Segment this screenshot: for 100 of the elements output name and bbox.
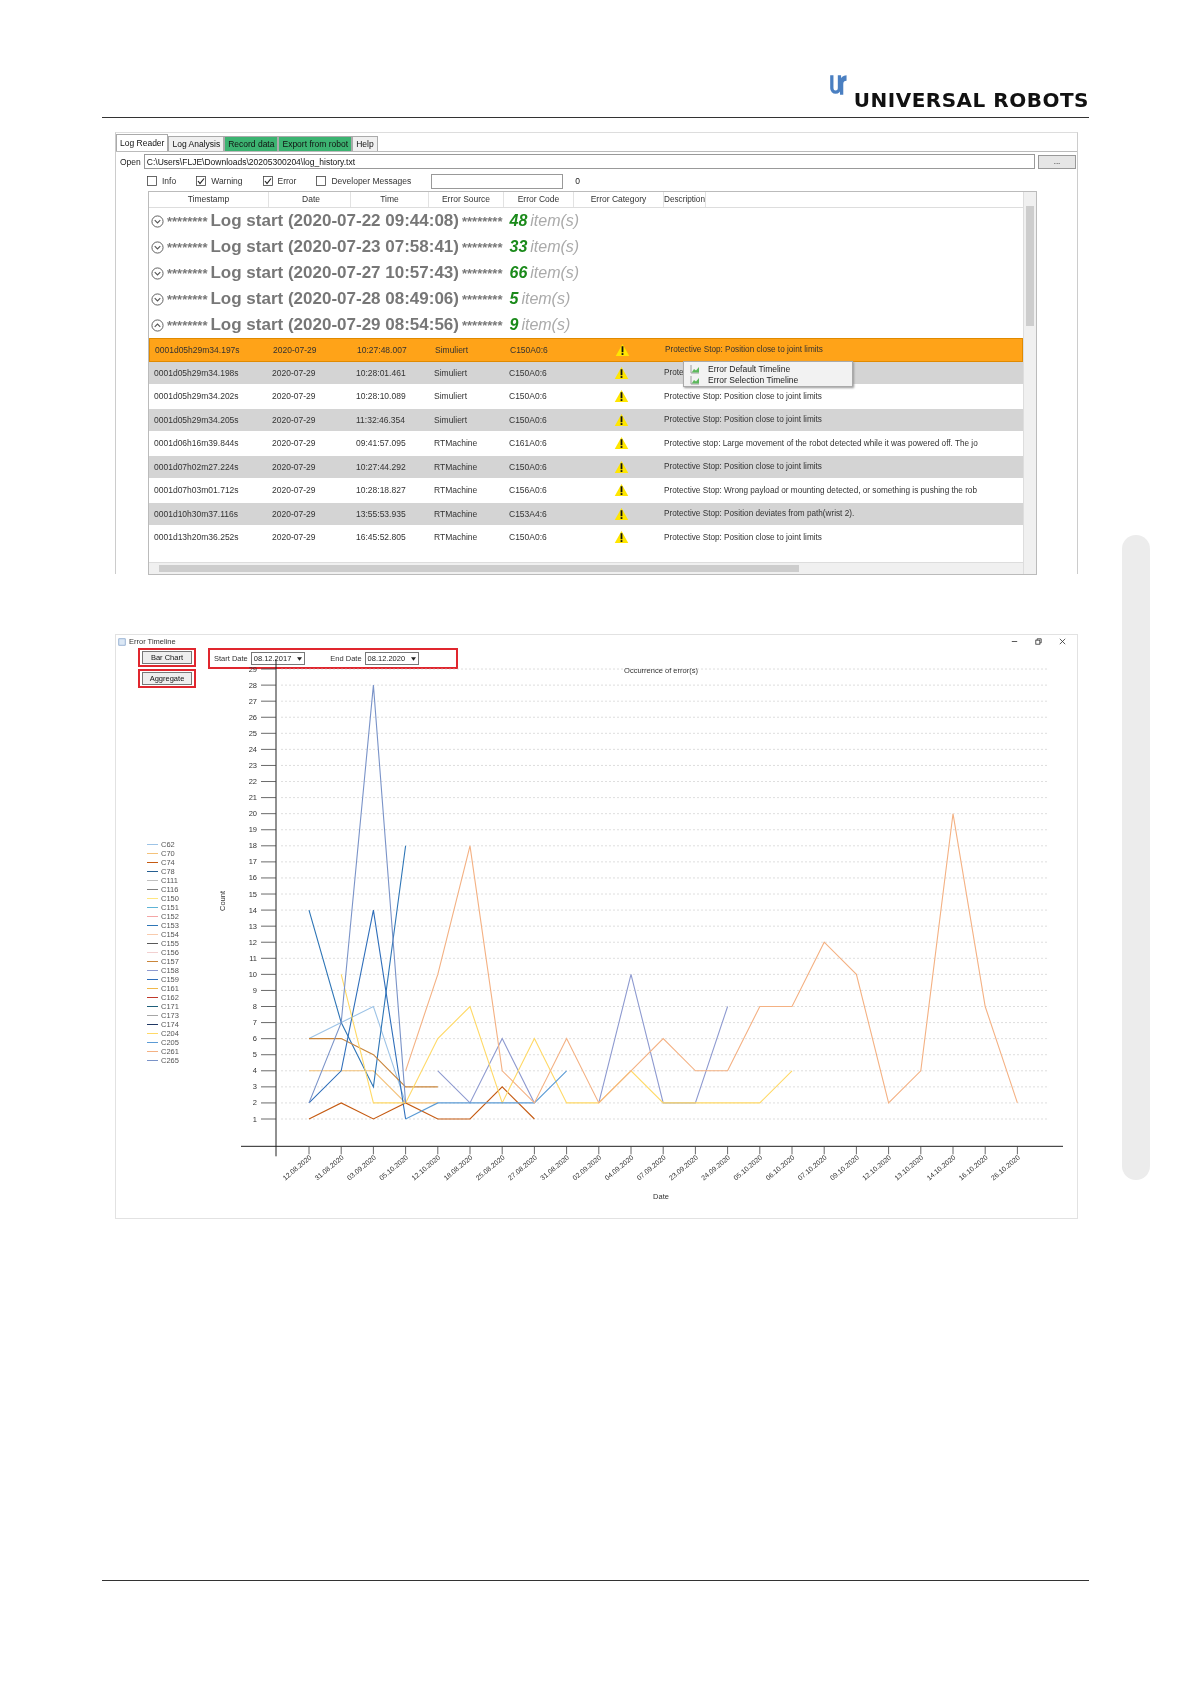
table-cell-text: RTMachine (433, 461, 479, 472)
table-cell-text: RTMachine (433, 532, 479, 543)
asterisks: ******** (167, 213, 208, 229)
item-count: 48 (509, 212, 528, 230)
table-row[interactable]: 0001d05h29m34.197s 2020-07-29 10:27:48.007 Simuliert C150A0:6 Protective Stop: Position close to joint limits (149, 338, 1023, 362)
asterisks: ******** (462, 213, 503, 229)
table-row[interactable]: 0001d07h02m27.224s 2020-07-29 10:27:44.292 RTMachine C150A0:6 Protective Stop: Position close to joint limits (149, 455, 1023, 479)
table-cell-text: C161A0:6 (508, 438, 548, 449)
asterisks: ******** (462, 291, 503, 307)
checkbox-label: Error (277, 176, 297, 186)
table-cell-text: 2020-07-29 (271, 367, 317, 378)
tab[interactable]: Record data (224, 136, 279, 151)
table-cell-text: RTMachine (433, 438, 479, 449)
column-header[interactable]: Error Source (429, 192, 504, 207)
log-start-title: Log start (2020-07-28 08:49:06) (210, 289, 459, 309)
column-header[interactable]: Timestamp (149, 192, 269, 207)
table-cell-text: C150A0:6 (509, 344, 549, 355)
table-cell: Prote (664, 368, 684, 378)
asterisks: ******** (462, 317, 503, 333)
table-cell-text: 10:27:44.292 (355, 461, 407, 472)
item-count: 66 (509, 264, 528, 282)
table-cell-text: Simuliert (433, 391, 469, 402)
table-cell-text: C150A0:6 (508, 367, 548, 378)
tab[interactable]: Help (352, 136, 378, 151)
table-cell-text: 2020-07-29 (271, 414, 317, 425)
table-cell-text: 0001d05h29m34.202s (153, 391, 240, 402)
browse-button[interactable]: ... (1038, 154, 1076, 169)
log-start-title: Log start (2020-07-23 07:58:41) (210, 237, 459, 257)
file-path-field[interactable]: C:\Users\FLJE\Downloads\20205300204\log_history.txt (143, 154, 1035, 169)
log-start-title: Log start (2020-07-22 09:44:08) (210, 211, 459, 231)
checkbox-label: Info (162, 176, 177, 186)
table-cell-text: RTMachine (433, 485, 479, 496)
log-start-title: Log start (2020-07-29 08:54:56) (210, 315, 459, 335)
tab[interactable]: Log Reader (116, 134, 169, 151)
item-unit: item(s) (530, 212, 580, 230)
table-cell-text: Simuliert (434, 344, 470, 355)
item-count: 9 (509, 316, 519, 334)
table-cell-text: 2020-07-29 (271, 438, 317, 449)
table-cell-text: 2020-07-29 (271, 461, 317, 472)
column-header[interactable]: Time (351, 192, 429, 207)
table-cell-text: C150A0:6 (508, 532, 548, 543)
column-header[interactable]: Error Category (574, 192, 664, 207)
table-cell: Protective Stop: Position close to joint limits (665, 345, 823, 355)
checkbox-label: Warning (211, 176, 243, 186)
item-unit: item(s) (521, 290, 571, 308)
table-cell-text: RTMachine (433, 508, 479, 519)
table-cell-text: 0001d05h29m34.205s (153, 414, 240, 425)
table-cell-text: C153A4:6 (508, 508, 548, 519)
item-count: 5 (509, 290, 519, 308)
table-cell-text: 16:45:52.805 (355, 532, 407, 543)
table-cell-text: 10:28:01.461 (355, 367, 407, 378)
brand-name: UNIVERSAL ROBOTS (853, 89, 1089, 111)
table-cell-text: 0001d10h30m37.116s (153, 508, 239, 519)
table-cell: Protective Stop: Position close to joint limits (664, 415, 822, 425)
table-cell-text: 0001d05h29m34.197s (154, 344, 241, 355)
asterisks: ******** (462, 239, 503, 255)
menu-item[interactable]: Error Default Timeline (708, 363, 791, 374)
item-unit: item(s) (530, 238, 580, 256)
table-cell-text: 13:55:53.935 (355, 508, 407, 519)
menu-item[interactable]: Error Selection Timeline (708, 374, 799, 385)
item-unit: item(s) (530, 264, 580, 282)
table-cell: Protective Stop: Position close to joint limits (664, 462, 822, 472)
column-header[interactable]: Date (269, 192, 351, 207)
table-cell: Protective Stop: Position deviates from path(wrist 2). (664, 509, 855, 519)
table-cell: Protective Stop: Position close to joint limits (664, 391, 822, 401)
column-header[interactable]: Description (664, 192, 706, 207)
table-cell-text: 11:32:46.354 (355, 414, 406, 425)
table-cell-text: 0001d07h03m01.712s (153, 485, 240, 496)
table-cell-text: 10:28:10.089 (355, 391, 407, 402)
table-cell-text: 09:41:57.095 (355, 438, 407, 449)
table-cell-text: 0001d06h16m39.844s (153, 438, 240, 449)
column-header[interactable]: Error Code (504, 192, 574, 207)
table-cell-text: 0001d13h20m36.252s (153, 532, 240, 543)
table-cell-text: 2020-07-29 (271, 532, 317, 543)
table-cell-text: C156A0:6 (508, 485, 548, 496)
asterisks: ******** (167, 265, 208, 281)
tab[interactable]: Export from robot (278, 136, 353, 151)
table-cell-text: Simuliert (433, 414, 469, 425)
item-unit: item(s) (521, 316, 571, 334)
asterisks: ******** (462, 265, 503, 281)
open-label: Open (120, 156, 141, 167)
table-cell-text: 2020-07-29 (272, 344, 318, 355)
message-count: 0 (575, 176, 580, 186)
table-cell-text: 10:27:48.007 (356, 344, 408, 355)
log-start-title: Log start (2020-07-27 10:57:43) (210, 263, 459, 283)
table-cell: Protective stop: Large movement of the robot detected while it was powered off. The jo (664, 438, 978, 448)
table-row[interactable]: 0001d05h29m34.205s 2020-07-29 11:32:46.354 Simuliert C150A0:6 Protective Stop: Position close to joint limits (149, 408, 1023, 432)
asterisks: ******** (167, 239, 208, 255)
asterisks: ******** (167, 317, 208, 333)
table-row[interactable]: 0001d10h30m37.116s 2020-07-29 13:55:53.935 RTMachine C153A4:6 Protective Stop: Position deviates from path(wrist 2). (149, 502, 1023, 526)
table-cell: Protective Stop: Wrong payload or mounting detected, or something is pushing the rob (664, 485, 977, 495)
table-cell-text: 0001d07h02m27.224s (153, 461, 240, 472)
table-cell-text: Simuliert (433, 367, 469, 378)
item-count: 33 (509, 238, 528, 256)
table-cell-text: C150A0:6 (508, 461, 548, 472)
table-cell-text: 2020-07-29 (271, 508, 317, 519)
table-cell: Protective Stop: Position close to joint limits (664, 532, 822, 542)
tab[interactable]: Log Analysis (168, 136, 225, 151)
table-cell-text: 2020-07-29 (271, 485, 317, 496)
table-cell-text: 2020-07-29 (271, 391, 317, 402)
